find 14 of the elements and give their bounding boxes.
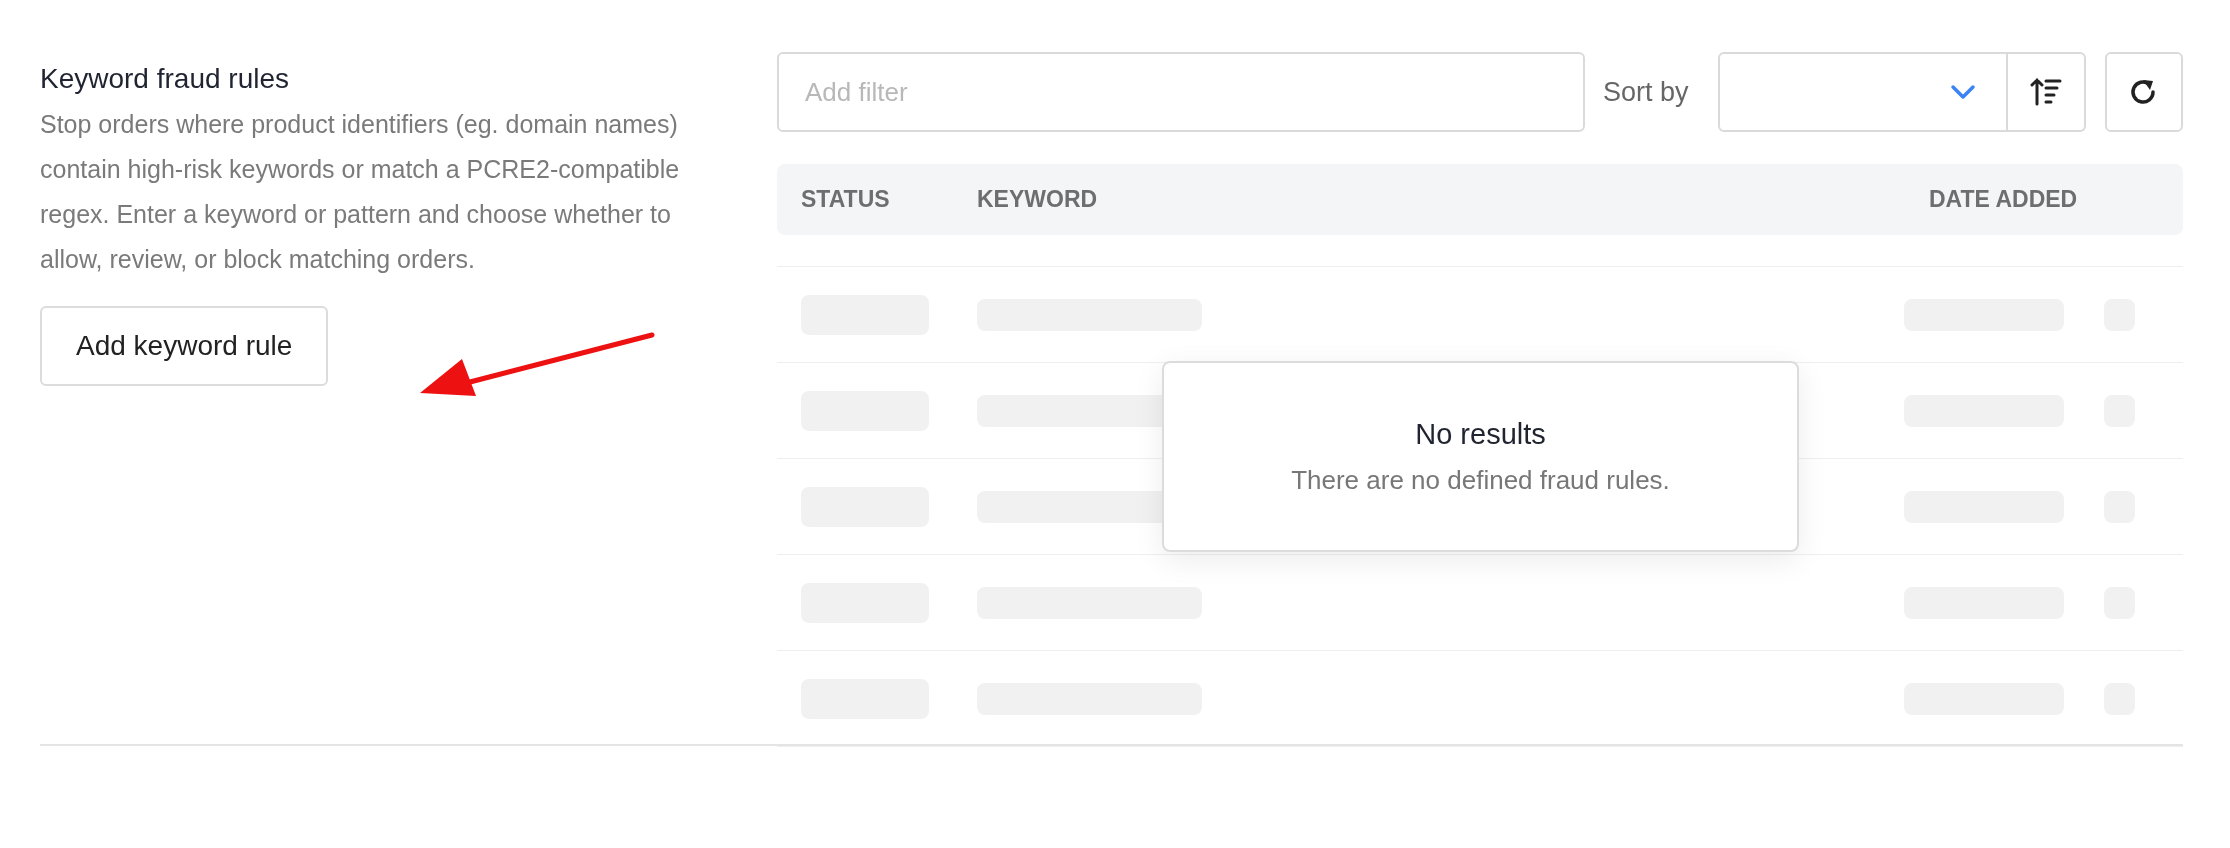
section-title: Keyword fraud rules bbox=[40, 62, 290, 96]
sort-label: Sort by bbox=[1603, 76, 1690, 108]
sort-order-button[interactable] bbox=[2008, 52, 2086, 132]
section-description: Stop orders where product identifiers (eg. domain names) contain high-risk keywords or match a PCRE2-compatible regex. Enter a keyword or pattern and choose whether to allow, review, or block matching orders. bbox=[40, 109, 681, 275]
column-header[interactable]: KEYWORD bbox=[977, 186, 1929, 213]
empty-state-title: No results bbox=[1415, 417, 1546, 451]
chevron-down-icon bbox=[1950, 84, 1976, 100]
refresh-button[interactable] bbox=[2105, 52, 2183, 132]
column-header[interactable]: DATE ADDED bbox=[1929, 186, 2159, 213]
column-header[interactable]: STATUS bbox=[801, 186, 977, 213]
empty-state-message: There are no defined fraud rules. bbox=[1291, 464, 1670, 496]
add-keyword-rule-button[interactable]: Add keyword rule bbox=[40, 306, 329, 386]
filter-field[interactable]: Add filter bbox=[777, 52, 1585, 132]
sort-icon bbox=[2030, 77, 2062, 107]
